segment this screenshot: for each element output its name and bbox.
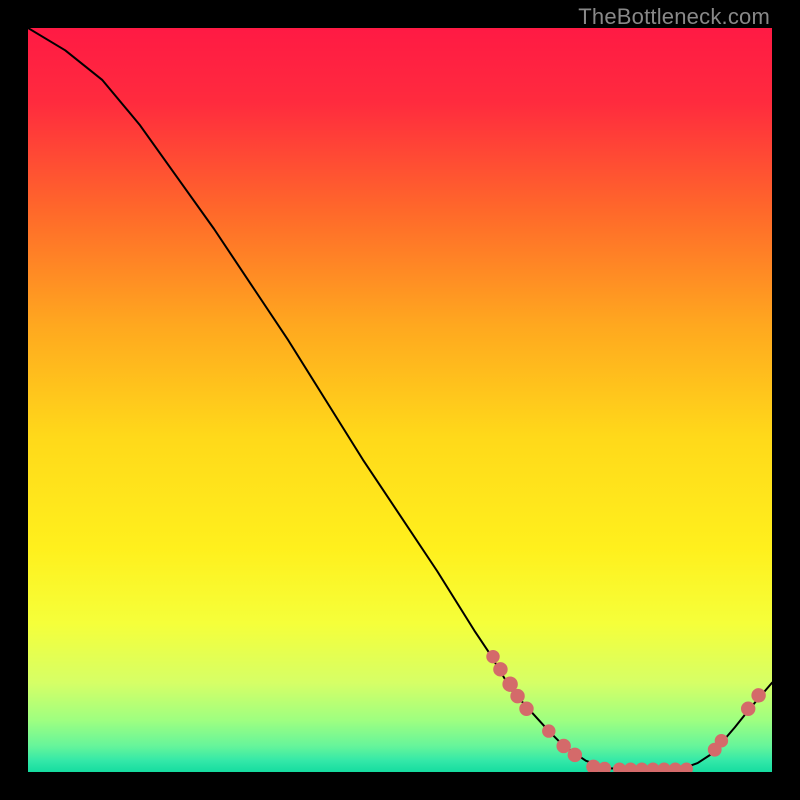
data-point [546, 728, 552, 734]
data-point [672, 766, 678, 772]
data-point [602, 765, 608, 771]
data-point [628, 766, 634, 772]
data-point [661, 766, 667, 772]
data-point [571, 751, 578, 758]
data-point [755, 692, 762, 699]
data-point [506, 680, 514, 688]
data-point [514, 693, 521, 700]
data-points [490, 654, 762, 772]
data-point [684, 766, 690, 772]
data-point [497, 666, 504, 673]
data-point [650, 766, 656, 772]
plot-area [28, 28, 772, 772]
data-point [590, 763, 597, 770]
bottleneck-curve [28, 28, 772, 770]
chart-canvas: TheBottleneck.com [0, 0, 800, 800]
data-point [712, 746, 718, 752]
data-point [745, 705, 752, 712]
data-point [523, 705, 530, 712]
data-point [718, 738, 724, 744]
data-point [490, 654, 496, 660]
data-point [560, 742, 567, 749]
watermark-text: TheBottleneck.com [578, 4, 770, 30]
chart-overlay [28, 28, 772, 772]
data-point [617, 766, 623, 772]
data-point [639, 766, 645, 772]
